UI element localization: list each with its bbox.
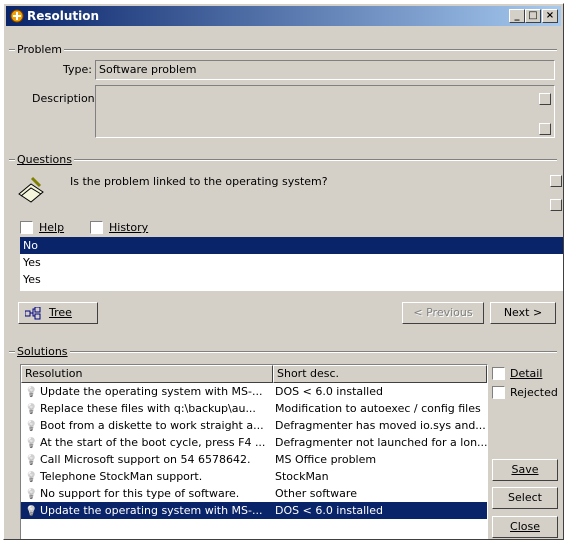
problem-group: Problem: [9, 43, 557, 56]
title-bar[interactable]: Resolution _ □ ×: [6, 6, 561, 26]
window-title: Resolution: [27, 9, 100, 23]
solution-short-desc-cell: StockMan: [275, 470, 329, 483]
scroll-up-icon[interactable]: [539, 93, 551, 105]
solution-row[interactable]: 💡 Update the operating system with MS-...…: [21, 383, 487, 400]
solution-short-desc-cell: Modification to autoexec / config files: [275, 402, 481, 415]
solution-row[interactable]: 💡 Replace these files with q:\backup\au..…: [21, 400, 487, 417]
solution-resolution-cell: 💡 Boot from a diskette to work straight a…: [21, 417, 273, 435]
resolution-app-icon: [10, 9, 24, 23]
question-scroll-down-icon[interactable]: [550, 199, 562, 211]
tree-icon: [25, 307, 41, 320]
solution-row[interactable]: 💡 No support for this type of software. Ot…: [21, 485, 487, 502]
answers-list[interactable]: No Yes Yes: [20, 237, 563, 291]
save-button[interactable]: Save: [492, 459, 558, 481]
description-label: Description:: [32, 92, 99, 105]
close-button[interactable]: Close: [492, 516, 558, 538]
description-field[interactable]: [95, 85, 555, 138]
problem-group-label: Problem: [15, 43, 64, 56]
minimize-button[interactable]: _: [509, 9, 525, 23]
scroll-down-icon[interactable]: [539, 123, 551, 135]
solution-short-desc-cell: Other software: [275, 487, 357, 500]
questions-group-label: Questions: [15, 153, 74, 166]
solutions-group: Solutions: [9, 345, 557, 358]
solution-resolution-cell: 💡 Update the operating system with MS-...: [21, 502, 273, 520]
answer-item[interactable]: No: [20, 237, 563, 254]
solutions-group-label: Solutions: [15, 345, 70, 358]
type-field[interactable]: Software problem: [95, 60, 555, 80]
rejected-label[interactable]: Rejected: [510, 386, 558, 399]
solution-resolution-cell: 💡 No support for this type of software.: [21, 485, 273, 503]
solution-resolution-cell: 💡 Update the operating system with MS-...: [21, 383, 273, 401]
detail-label[interactable]: Detail: [510, 367, 542, 380]
solution-resolution-cell: 💡 Call Microsoft support on 54 6578642.: [21, 451, 273, 469]
solution-resolution-text: Call Microsoft support on 54 6578642.: [40, 453, 251, 466]
solution-resolution-text: Update the operating system with MS-...: [40, 385, 263, 398]
questions-group: Questions: [9, 153, 557, 166]
previous-button[interactable]: < Previous: [402, 302, 484, 324]
solution-resolution-cell: 💡 Replace these files with q:\backup\au..…: [21, 400, 273, 418]
type-label: Type:: [63, 63, 92, 76]
close-window-button[interactable]: ×: [542, 9, 558, 23]
solution-short-desc-cell: Defragmenter not launched for a lon...: [275, 436, 487, 449]
answer-item[interactable]: Yes: [20, 254, 563, 271]
history-checkbox[interactable]: [90, 221, 103, 234]
solutions-table[interactable]: Resolution Short desc. 💡 Update the opera…: [20, 364, 488, 539]
select-button[interactable]: Select: [492, 487, 558, 509]
solution-row[interactable]: 💡 At the start of the boot cycle, press F…: [21, 434, 487, 451]
solution-row[interactable]: 💡 Update the operating system with MS-...…: [21, 502, 487, 519]
detail-checkbox[interactable]: [492, 367, 505, 380]
question-book-icon: [18, 176, 44, 203]
solution-row[interactable]: 💡 Call Microsoft support on 54 6578642. MS…: [21, 451, 487, 468]
solution-resolution-text: At the start of the boot cycle, press F4…: [40, 436, 266, 449]
lightbulb-icon: 💡: [25, 472, 38, 483]
solution-short-desc-cell: Defragmenter has moved io.sys and...: [275, 419, 486, 432]
history-label[interactable]: History: [109, 221, 148, 234]
solution-row[interactable]: 💡 Telephone StockMan support. StockMan: [21, 468, 487, 485]
close-label: Close: [510, 520, 540, 533]
lightbulb-icon: 💡: [25, 506, 38, 517]
maximize-button[interactable]: □: [525, 9, 541, 23]
answer-item[interactable]: Yes: [20, 271, 563, 288]
solution-resolution-cell: 💡 At the start of the boot cycle, press F…: [21, 434, 273, 452]
solution-resolution-text: Telephone StockMan support.: [40, 470, 203, 483]
lightbulb-icon: 💡: [25, 404, 38, 415]
lightbulb-icon: 💡: [25, 455, 38, 466]
help-checkbox[interactable]: [20, 221, 33, 234]
question-text: Is the problem linked to the operating s…: [70, 175, 328, 188]
lightbulb-icon: 💡: [25, 421, 38, 432]
help-label[interactable]: Help: [39, 221, 64, 234]
select-label: Select: [508, 491, 542, 504]
tree-label: Tree: [49, 306, 72, 319]
solution-resolution-text: No support for this type of software.: [40, 487, 240, 500]
question-scroll-up-icon[interactable]: [550, 175, 562, 187]
solution-resolution-text: Update the operating system with MS-...: [40, 504, 263, 517]
solution-row[interactable]: 💡 Boot from a diskette to work straight a…: [21, 417, 487, 434]
lightbulb-icon: 💡: [25, 387, 38, 398]
solution-resolution-cell: 💡 Telephone StockMan support.: [21, 468, 273, 486]
solution-short-desc-cell: MS Office problem: [275, 453, 377, 466]
rejected-checkbox[interactable]: [492, 386, 505, 399]
column-header-resolution[interactable]: Resolution: [21, 365, 273, 383]
lightbulb-icon: 💡: [25, 438, 38, 449]
solutions-header: Resolution Short desc.: [21, 365, 487, 383]
save-label: Save: [511, 463, 539, 476]
lightbulb-icon: 💡: [25, 489, 38, 500]
next-button[interactable]: Next >: [490, 302, 556, 324]
solution-short-desc-cell: DOS < 6.0 installed: [275, 385, 383, 398]
solution-short-desc-cell: DOS < 6.0 installed: [275, 504, 383, 517]
column-header-short-desc[interactable]: Short desc.: [273, 365, 487, 383]
resolution-window: Resolution _ □ × Problem Type: Software …: [3, 3, 564, 540]
solution-resolution-text: Boot from a diskette to work straight a.…: [40, 419, 264, 432]
tree-button[interactable]: Tree: [18, 302, 98, 324]
solution-resolution-text: Replace these files with q:\backup\au...: [40, 402, 256, 415]
